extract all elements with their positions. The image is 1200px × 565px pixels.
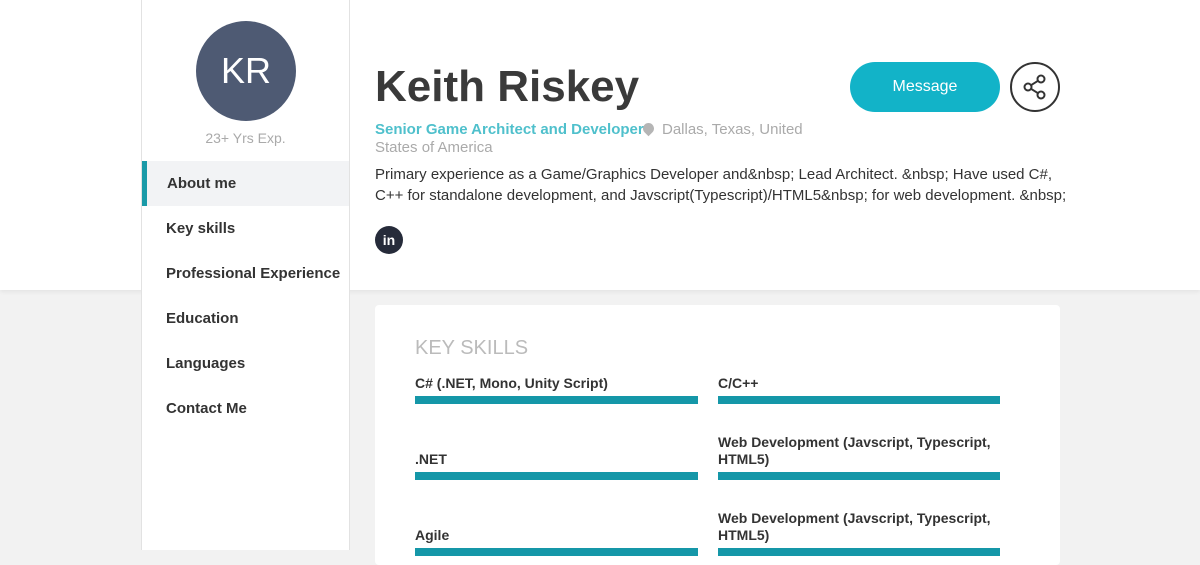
- skills-grid: C# (.NET, Mono, Unity Script) C/C++ .NET We…: [415, 375, 1000, 556]
- skill-name: Web Development (Javscript, Typescript, …: [718, 434, 991, 467]
- skill-item: Agile: [415, 527, 698, 556]
- skill-bar-fill: [415, 548, 698, 556]
- skill-bar: [415, 396, 698, 404]
- skill-item: C/C++: [718, 375, 1000, 404]
- profile-location: Dallas, Texas, United States of America: [375, 120, 805, 157]
- nav-about-me[interactable]: About me: [142, 161, 349, 206]
- linkedin-icon[interactable]: in: [375, 226, 403, 254]
- nav-education[interactable]: Education: [142, 296, 349, 341]
- skill-name: .NET: [415, 451, 447, 467]
- skill-bar: [415, 548, 698, 556]
- skill-name: Agile: [415, 527, 450, 543]
- skill-bar: [718, 472, 1000, 480]
- profile-description: Primary experience as a Game/Graphics De…: [375, 166, 1067, 204]
- share-icon: [1023, 74, 1046, 100]
- profile-name: Keith Riskey: [375, 62, 640, 111]
- sidebar-nav: About me Key skills Professional Experie…: [142, 161, 349, 431]
- skill-bar-fill: [718, 396, 1000, 404]
- nav-professional-experience[interactable]: Professional Experience: [142, 251, 349, 296]
- nav-languages[interactable]: Languages: [142, 341, 349, 386]
- skill-bar: [415, 472, 698, 480]
- skill-bar: [718, 548, 1000, 556]
- avatar-initials: KR: [220, 50, 271, 91]
- skill-item: Web Development (Javscript, Typescript, …: [718, 434, 1000, 480]
- location-pin-icon: [640, 120, 657, 137]
- skill-name: C# (.NET, Mono, Unity Script): [415, 375, 608, 391]
- skill-item: .NET: [415, 451, 698, 480]
- skill-bar-fill: [415, 472, 698, 480]
- skill-bar: [718, 396, 1000, 404]
- skill-item: C# (.NET, Mono, Unity Script): [415, 375, 698, 404]
- skill-bar-fill: [415, 396, 698, 404]
- experience-label: 23+ Yrs Exp.: [205, 130, 286, 146]
- skill-name: C/C++: [718, 375, 759, 391]
- nav-key-skills[interactable]: Key skills: [142, 206, 349, 251]
- share-button[interactable]: [1010, 62, 1060, 112]
- message-button[interactable]: Message: [850, 62, 1000, 112]
- skill-bar-fill: [718, 548, 1000, 556]
- location-text: Dallas, Texas, United States of America: [375, 121, 803, 156]
- skill-item: Web Development (Javscript, Typescript, …: [718, 510, 1000, 556]
- nav-contact-me[interactable]: Contact Me: [142, 386, 349, 431]
- skill-name: Web Development (Javscript, Typescript, …: [718, 510, 991, 543]
- key-skills-card: KEY SKILLS C# (.NET, Mono, Unity Script)…: [375, 305, 1060, 565]
- skill-bar-fill: [718, 472, 1000, 480]
- key-skills-heading: KEY SKILLS: [415, 337, 529, 359]
- linkedin-label: in: [382, 232, 396, 248]
- sidebar: KR 23+ Yrs Exp. About me Key skills Prof…: [141, 0, 350, 550]
- avatar: KR: [196, 21, 296, 121]
